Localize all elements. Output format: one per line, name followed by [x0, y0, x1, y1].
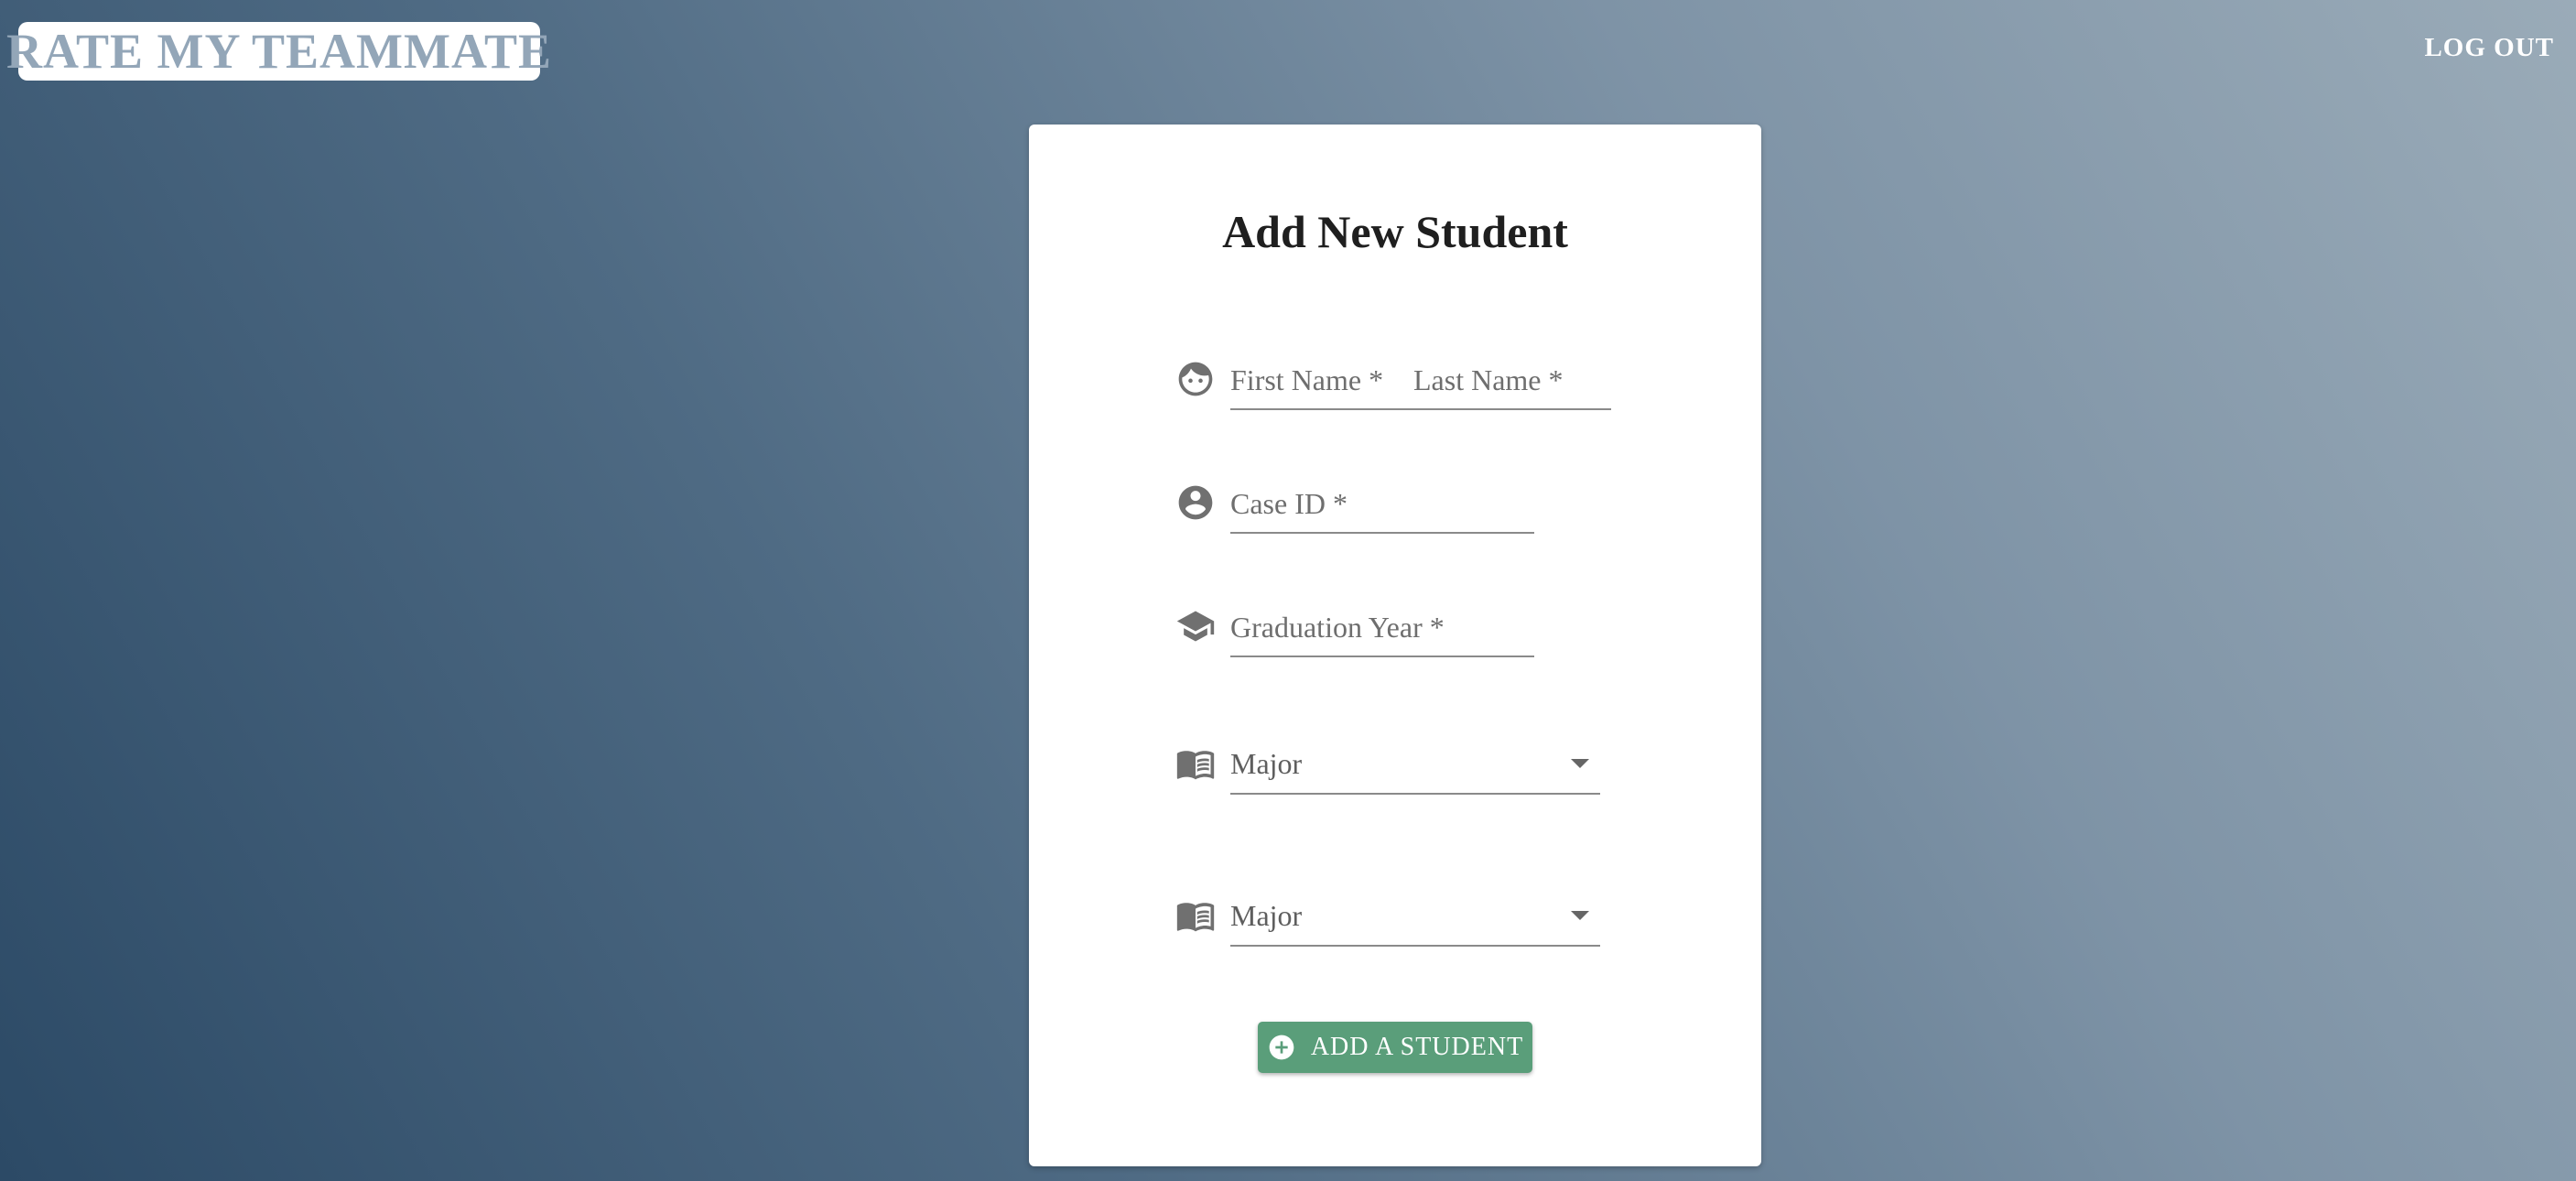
last-name-input[interactable] — [1413, 359, 1611, 408]
graduation-year-input[interactable] — [1230, 606, 1534, 656]
first-name-input[interactable] — [1230, 359, 1413, 408]
add-student-button-label: ADD A STUDENT — [1310, 1033, 1524, 1061]
first-name-field[interactable] — [1230, 359, 1413, 410]
logo-text: RATE MY TEAMMATE — [6, 24, 552, 79]
graduation-year-field[interactable] — [1230, 606, 1534, 657]
add-circle-icon — [1267, 1033, 1296, 1062]
logo[interactable]: RATE MY TEAMMATE — [6, 22, 551, 81]
major-row-2: Major — [1175, 895, 1600, 947]
major-select-2-value: Major — [1230, 898, 1303, 932]
case-id-input[interactable] — [1230, 482, 1534, 532]
account-circle-icon — [1175, 482, 1216, 523]
last-name-field[interactable] — [1413, 359, 1611, 410]
major-row-1: Major — [1175, 743, 1600, 795]
major-select-2[interactable]: Major — [1230, 895, 1600, 947]
chevron-down-icon — [1571, 911, 1589, 920]
major-select-1[interactable]: Major — [1230, 743, 1600, 795]
major-select-1-value: Major — [1230, 746, 1303, 780]
logout-button[interactable]: LOG OUT — [2424, 33, 2554, 63]
case-id-field[interactable] — [1230, 482, 1534, 534]
case-id-row — [1175, 482, 1534, 534]
chevron-down-icon — [1571, 759, 1589, 768]
face-icon — [1175, 359, 1216, 399]
school-icon — [1175, 606, 1216, 646]
graduation-year-row — [1175, 606, 1534, 657]
add-student-card: Add New Student First Name * Last Name *… — [1029, 125, 1761, 1166]
name-row — [1175, 359, 1611, 410]
book-icon — [1175, 895, 1216, 936]
page-title: Add New Student — [1222, 206, 1568, 257]
add-student-button[interactable]: ADD A STUDENT — [1258, 1022, 1532, 1073]
book-icon — [1175, 743, 1216, 784]
